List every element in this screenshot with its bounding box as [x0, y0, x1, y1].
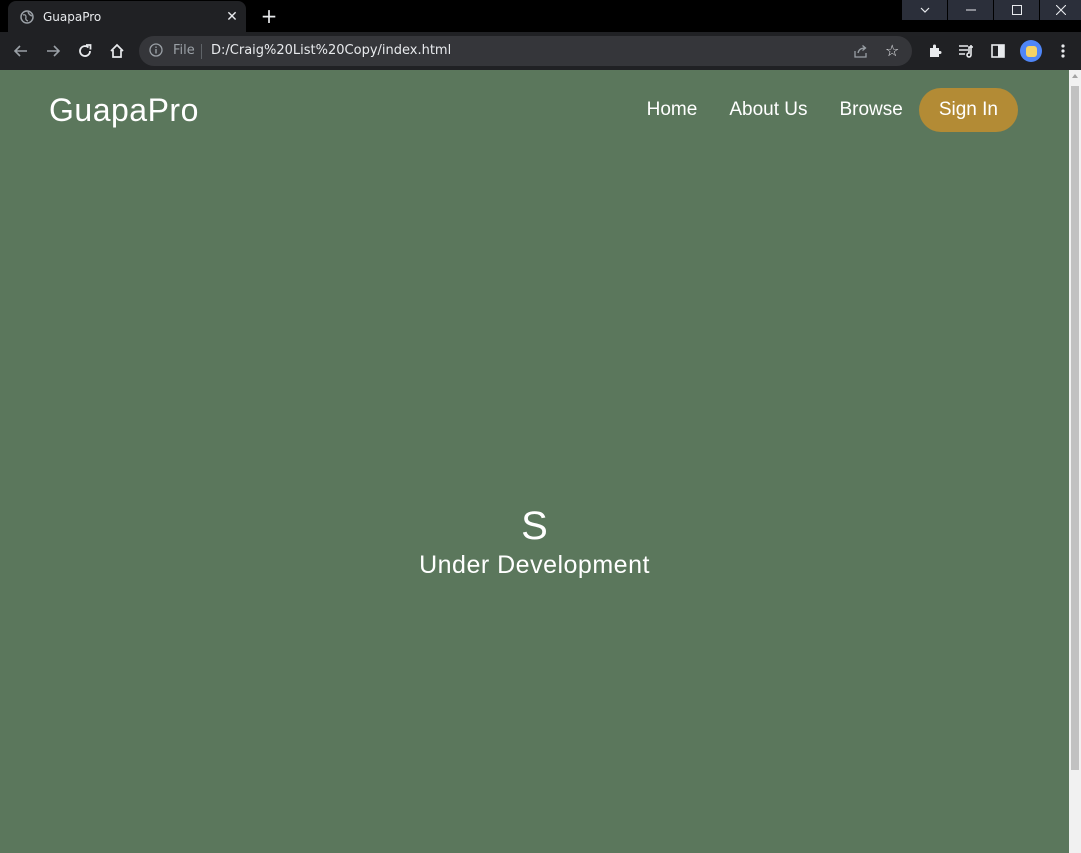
url-text[interactable]: D:/Craig%20List%20Copy/index.html [211, 43, 451, 58]
page-viewport: GuapaPro Home About Us Browse Sign In S … [0, 70, 1069, 853]
sign-in-button[interactable]: Sign In [918, 88, 1018, 132]
omnibox-divider [201, 44, 202, 59]
home-icon[interactable] [104, 38, 130, 64]
nav-about-link[interactable]: About Us [729, 99, 807, 121]
nav-browse-link[interactable]: Browse [839, 99, 902, 121]
address-bar[interactable]: File D:/Craig%20List%20Copy/index.html ☆ [139, 36, 912, 66]
hero-section: S Under Development [0, 502, 1069, 580]
scroll-up-icon[interactable] [1072, 74, 1078, 78]
globe-icon [20, 9, 34, 24]
scheme-label: File [173, 43, 195, 58]
minimize-icon[interactable] [948, 0, 993, 20]
extensions-icon[interactable] [922, 38, 948, 64]
hero-status: Under Development [419, 551, 650, 579]
tab-title: GuapaPro [43, 9, 102, 24]
vertical-scrollbar[interactable] [1069, 70, 1081, 853]
browser-titlebar: GuapaPro ✕ + [0, 0, 1081, 32]
maximize-icon[interactable] [994, 0, 1039, 20]
scrollbar-thumb[interactable] [1071, 86, 1079, 770]
new-tab-button[interactable]: + [257, 4, 281, 28]
media-icon[interactable] [953, 38, 979, 64]
info-icon[interactable] [149, 43, 165, 59]
browser-toolbar: File D:/Craig%20List%20Copy/index.html ☆ [0, 32, 1081, 70]
tab-search-icon[interactable] [902, 0, 947, 20]
star-icon[interactable]: ☆ [885, 41, 899, 60]
hero-letter: S [521, 504, 548, 548]
sidepanel-icon[interactable] [985, 38, 1011, 64]
browser-tab[interactable]: GuapaPro ✕ [8, 1, 246, 32]
back-icon[interactable] [8, 38, 34, 64]
tab-close-icon[interactable]: ✕ [222, 7, 242, 27]
window-close-icon[interactable] [1040, 0, 1081, 20]
reload-icon[interactable] [72, 38, 98, 64]
menu-icon[interactable] [1050, 38, 1076, 64]
site-logo[interactable]: GuapaPro [49, 92, 199, 129]
site-nav: Home About Us Browse Sign In [647, 88, 1018, 132]
forward-icon[interactable] [40, 38, 66, 64]
nav-home-link[interactable]: Home [647, 99, 698, 121]
share-icon[interactable] [853, 43, 869, 59]
profile-avatar[interactable] [1020, 40, 1042, 62]
